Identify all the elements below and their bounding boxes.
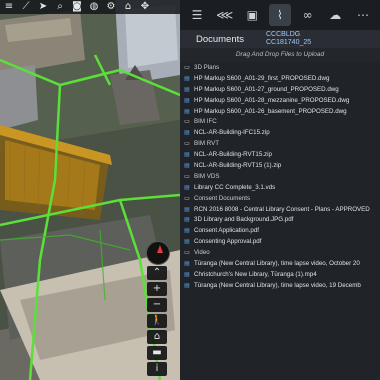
row-label: HP Markup S600_A01-29_first_PROPOSED.dwg xyxy=(194,74,330,82)
documents-tab[interactable]: Documents xyxy=(180,34,260,45)
folder-icon: ▭ xyxy=(184,194,190,202)
file-row[interactable]: ▤ HP Markup S600_A01-29_first_PROPOSED.dw… xyxy=(183,73,380,84)
file-row[interactable]: ▤ Christchurch's New Library, Tūranga (1)… xyxy=(183,269,380,280)
row-label: HP Markup S600_A01-27_ground_PROPOSED.dw… xyxy=(194,85,339,93)
file-icon: ▤ xyxy=(184,183,190,191)
panel-header: Documents CCCBLDG CC181740_25 xyxy=(180,30,380,48)
folder-row[interactable]: ▭ BIM VDS xyxy=(183,171,380,182)
row-label: Consent Documents xyxy=(194,194,251,202)
row-label: Tūranga (New Central Library), time laps… xyxy=(194,259,360,267)
folder-icon: ▭ xyxy=(184,172,190,180)
row-label: RCN 2016 8008 - Central Library Consent … xyxy=(194,205,370,213)
row-label: Video xyxy=(194,249,210,257)
folder-icon: ▭ xyxy=(184,249,190,257)
file-row[interactable]: ▤ HP Markup S600_A01-26_basement_PROPOSED… xyxy=(183,106,380,117)
map-nav-controls: ⌃ + − 🚶 ⌂ ▬ i xyxy=(147,266,169,378)
file-icon: ▤ xyxy=(184,161,190,169)
folder-row[interactable]: ▭ Video xyxy=(183,247,380,258)
cursor-icon[interactable]: ➤ xyxy=(36,1,50,13)
map-toolbar: ≡ ⟋ ➤ ⌕ ◙ ◍ ⚙ ⌂ ✥ xyxy=(0,0,180,14)
move-icon[interactable]: ✥ xyxy=(138,1,152,13)
document-list: ▭ 3D Plans ▤ HP Markup S600_A01-29_first_PR… xyxy=(180,62,380,291)
share-icon[interactable]: ⋘ xyxy=(214,4,236,26)
folder-icon: ▭ xyxy=(184,63,190,71)
search-icon[interactable]: ⌕ xyxy=(53,1,67,13)
project-code-sub: CC181740_25 xyxy=(266,39,312,46)
link-icon[interactable]: ∞ xyxy=(297,4,319,26)
info-icon[interactable]: i xyxy=(147,362,167,376)
row-label: HP Markup S600_A01-26_basement_PROPOSED.… xyxy=(194,107,347,115)
file-icon: ▤ xyxy=(184,74,190,82)
file-icon: ▤ xyxy=(184,85,190,93)
row-label: NCL-AR-Building-RVT15.zip xyxy=(194,151,272,159)
folder-row[interactable]: ▭ BIM RVT xyxy=(183,138,380,149)
building-icon[interactable]: ⌂ xyxy=(147,330,167,344)
folder-icon: ▭ xyxy=(184,118,190,126)
file-row[interactable]: ▤ Library CC Complete_3.1.vds xyxy=(183,182,380,193)
tilt-up-icon[interactable]: ⌃ xyxy=(147,266,167,280)
pedestrian-icon[interactable]: 🚶 xyxy=(147,314,167,328)
row-label: BIM IFC xyxy=(194,118,217,126)
row-label: HP Markup S600_A01-28_mezzanine_PROPOSED… xyxy=(194,96,350,104)
list-icon[interactable]: ☰ xyxy=(186,4,208,26)
documents-panel: ☰ ⋘ ▣ ⌇ ∞ ☁ ⋯ Documents CCCBLDG CC181740… xyxy=(180,0,380,380)
file-row[interactable]: ▤ NCL-AR-Building-IFC15.zip xyxy=(183,127,380,138)
row-label: Tūranga (New Central Library), time laps… xyxy=(194,281,361,289)
file-row[interactable]: ▤ HP Markup S600_A01-28_mezzanine_PROPOSE… xyxy=(183,95,380,106)
file-row[interactable]: ▤ HP Markup S600_A01-27_ground_PROPOSED.d… xyxy=(183,84,380,95)
file-icon: ▤ xyxy=(184,216,190,224)
row-label: NCL-AR-Building-RVT15 (1).zip xyxy=(194,161,282,169)
row-label: NCL-AR-Building-IFC15.zip xyxy=(194,129,270,137)
file-row[interactable]: ▤ 3D Library and Background.JPG.pdf xyxy=(183,214,380,225)
globe-icon[interactable]: ◍ xyxy=(87,1,101,13)
file-icon: ▤ xyxy=(184,259,190,267)
ruler-icon[interactable]: ⟋ xyxy=(19,1,33,13)
layers-icon[interactable]: ≡ xyxy=(2,1,16,13)
file-row[interactable]: ▤ NCL-AR-Building-RVT15 (1).zip xyxy=(183,160,380,171)
row-label: Consent Application.pdf xyxy=(194,227,260,235)
more-icon[interactable]: ⋯ xyxy=(352,4,374,26)
file-icon: ▤ xyxy=(184,151,190,159)
home-icon[interactable]: ⌂ xyxy=(121,1,135,13)
file-icon: ▤ xyxy=(184,281,190,289)
row-label: BIM RVT xyxy=(194,140,219,148)
project-code-main: CCCBLDG xyxy=(266,31,301,38)
zoom-in-button[interactable]: + xyxy=(147,282,167,296)
attachment-icon[interactable]: ⌇ xyxy=(268,4,291,26)
3d-map-viewport[interactable]: ≡ ⟋ ➤ ⌕ ◙ ◍ ⚙ ⌂ ✥ ⌃ + − 🚶 ⌂ ▬ i xyxy=(0,0,180,380)
row-label: 3D Library and Background.JPG.pdf xyxy=(194,216,294,224)
folder-row[interactable]: ▭ BIM IFC xyxy=(183,116,380,127)
row-label: Christchurch's New Library, Tūranga (1).… xyxy=(194,270,317,278)
file-row[interactable]: ▤ NCL-AR-Building-RVT15.zip xyxy=(183,149,380,160)
file-icon: ▤ xyxy=(184,107,190,115)
car-icon[interactable]: ▬ xyxy=(147,346,167,360)
file-icon: ▤ xyxy=(184,129,190,137)
row-label: 3D Plans xyxy=(194,63,220,71)
panel-tab-bar: ☰ ⋘ ▣ ⌇ ∞ ☁ ⋯ xyxy=(180,0,380,30)
compass-icon[interactable] xyxy=(146,241,170,265)
file-icon: ▤ xyxy=(184,238,190,246)
file-row[interactable]: ▤ RCN 2016 8008 - Central Library Consent… xyxy=(183,204,380,215)
file-icon: ▤ xyxy=(184,227,190,235)
chat-icon[interactable]: ☁ xyxy=(324,4,346,26)
row-label: BIM VDS xyxy=(194,172,220,180)
file-icon: ▤ xyxy=(184,270,190,278)
folder-row[interactable]: ▭ 3D Plans xyxy=(183,62,380,73)
row-label: Consenting Approval.pdf xyxy=(194,238,262,246)
file-row[interactable]: ▤ Tūranga (New Central Library), time lap… xyxy=(183,280,380,291)
file-row[interactable]: ▤ Consent Application.pdf xyxy=(183,225,380,236)
zoom-out-button[interactable]: − xyxy=(147,298,167,312)
file-icon: ▤ xyxy=(184,205,190,213)
file-row[interactable]: ▤ Tūranga (New Central Library), time lap… xyxy=(183,258,380,269)
camera-icon[interactable]: ◙ xyxy=(70,1,84,13)
image-icon[interactable]: ▣ xyxy=(241,4,263,26)
project-code: CCCBLDG CC181740_25 xyxy=(260,31,380,47)
file-icon: ▤ xyxy=(184,96,190,104)
upload-dropzone[interactable]: Drag And Drop Files to Upload xyxy=(180,48,380,62)
file-row[interactable]: ▤ Consenting Approval.pdf xyxy=(183,236,380,247)
row-label: Library CC Complete_3.1.vds xyxy=(194,183,276,191)
folder-icon: ▭ xyxy=(184,140,190,148)
gear-icon[interactable]: ⚙ xyxy=(104,1,118,13)
folder-row[interactable]: ▭ Consent Documents xyxy=(183,193,380,204)
